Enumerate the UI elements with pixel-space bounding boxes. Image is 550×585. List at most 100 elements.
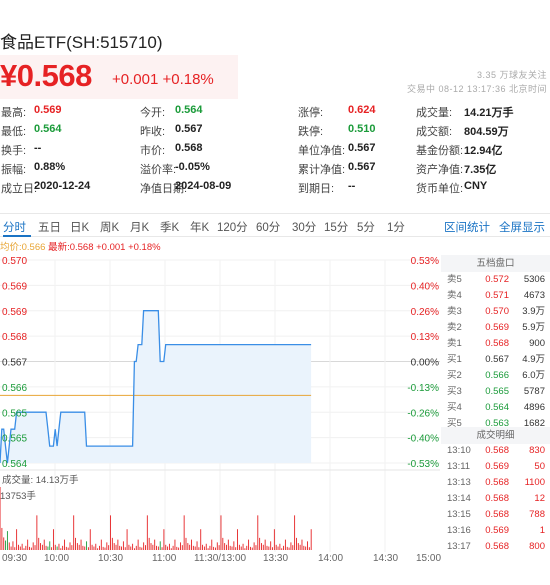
volume-bar — [284, 539, 286, 550]
y-tick-left: 0.565 — [2, 408, 27, 419]
volume-bar — [73, 515, 75, 550]
quote-label: 最高: — [1, 107, 27, 119]
volume-bar — [117, 539, 119, 550]
trading-status: 交易中 08-12 13:17:36 北京时间 — [406, 84, 547, 94]
trade-price: 0.569 — [485, 525, 509, 536]
volume-bar — [172, 545, 174, 550]
volume-bar — [178, 547, 180, 550]
volume-bar — [251, 547, 253, 550]
volume-bar — [161, 547, 163, 550]
volume-bar — [237, 529, 238, 550]
quote-label: 成交量: — [416, 107, 453, 119]
trade-row: 13:11 0.569 50 — [441, 459, 550, 475]
volume-bar — [288, 547, 290, 550]
quote-label: 累计净值: — [298, 164, 346, 176]
volume-bar — [224, 543, 226, 550]
volume-bar — [124, 547, 126, 550]
trade-row: 13:14 0.568 12 — [441, 491, 550, 507]
volume-bar — [43, 539, 45, 550]
volume-bar — [170, 548, 172, 550]
quote-value: 0.510 — [348, 123, 376, 135]
volume-bar — [167, 546, 169, 550]
quote-value: 0.88% — [34, 161, 66, 173]
intraday-chart[interactable]: 0.570 0.53% 0.569 0.40% 0.569 0.26% 0.568 0.13%… — [0, 252, 441, 552]
trade-price: 0.568 — [485, 509, 509, 520]
trade-volume: 788 — [529, 509, 545, 520]
quote-value: 12.94亿 — [464, 145, 503, 157]
volume-bar — [99, 545, 100, 550]
orderbook-row: 买2 0.566 6.0万 — [441, 368, 550, 384]
volume-bar — [141, 547, 143, 550]
volume-bar — [168, 543, 170, 550]
volume-bar — [8, 542, 10, 550]
volume-bar — [203, 546, 205, 550]
quote-value: 2020-12-24 — [34, 180, 91, 192]
trade-price: 0.568 — [485, 541, 509, 552]
volume-bar — [211, 539, 213, 550]
tab-0[interactable]: 分时 — [3, 219, 26, 235]
tab-8[interactable]: 60分 — [256, 219, 280, 235]
price-change: +0.001 +0.18% — [112, 71, 214, 88]
tab-4[interactable]: 月K — [130, 219, 149, 235]
fullscreen-link[interactable]: 全屏显示 — [499, 219, 545, 235]
tab-10[interactable]: 15分 — [324, 219, 348, 235]
volume-bar — [108, 545, 110, 550]
orderbook-price: 0.566 — [485, 370, 509, 381]
tab-7[interactable]: 120分 — [217, 219, 248, 235]
x-tick: 14:30 — [373, 553, 399, 564]
volume-bar — [259, 537, 261, 550]
tab-5[interactable]: 季K — [160, 219, 179, 235]
volume-bar — [100, 539, 102, 550]
volume-bar — [192, 545, 194, 550]
volume-bar — [296, 537, 297, 550]
chart-tabs: 分时 五日 日K 周K 月K 季K 年K 120分 60分 30分 15分 5分 1分 区间统计 全屏显示 — [0, 213, 550, 237]
volume-bar — [82, 545, 84, 550]
orderbook-volume: 6.0万 — [522, 370, 545, 381]
trade-time: 13:17 — [447, 541, 471, 552]
quote-label: 市价: — [140, 145, 166, 157]
orderbook-side: 买4 — [447, 402, 462, 413]
y-tick-left: 0.568 — [2, 332, 27, 343]
y-tick-right: -0.26% — [407, 408, 439, 419]
quote-label: 单位净值: — [298, 145, 346, 157]
volume-bar — [185, 537, 187, 550]
volume-bar — [273, 529, 275, 550]
tab-1[interactable]: 五日 — [38, 219, 61, 235]
y-tick-right: -0.53% — [407, 459, 439, 470]
volume-bar — [248, 539, 250, 550]
volume-bar — [45, 545, 47, 550]
volume-bar — [174, 539, 176, 550]
volume-bar — [119, 545, 121, 550]
tab-11[interactable]: 5分 — [357, 219, 375, 235]
volume-bar — [41, 544, 43, 550]
volume-bar — [264, 539, 266, 550]
quote-value: 804.59万 — [464, 126, 509, 138]
quote-value: 0.564 — [175, 104, 203, 116]
volume-bar — [86, 541, 88, 550]
volume-bar — [62, 545, 64, 550]
trade-price: 0.568 — [485, 493, 509, 504]
volume-bar — [216, 542, 218, 550]
chart-info: 均价:0.566 最新:0.568 +0.001 +0.18% — [0, 239, 161, 253]
volume-bar — [229, 545, 231, 550]
volume-bar — [213, 546, 215, 550]
quote-value: 0.564 — [34, 123, 62, 135]
range-stats-link[interactable]: 区间统计 — [444, 219, 490, 235]
volume-bar — [29, 546, 30, 550]
volume-label: 成交量: 14.13万手 — [2, 475, 79, 486]
tab-2[interactable]: 日K — [70, 219, 89, 235]
tab-6[interactable]: 年K — [190, 219, 209, 235]
volume-bar — [156, 545, 157, 550]
tab-9[interactable]: 30分 — [292, 219, 316, 235]
trade-volume: 12 — [534, 493, 545, 504]
x-tick: 10:00 — [44, 553, 70, 564]
volume-bar — [242, 543, 244, 550]
volume-bar — [110, 515, 111, 550]
tab-12[interactable]: 1分 — [387, 219, 405, 235]
trade-time: 13:10 — [447, 445, 471, 456]
tab-3[interactable]: 周K — [100, 219, 119, 235]
trade-volume: 800 — [529, 541, 545, 552]
current-price: ¥0.568 — [0, 58, 92, 93]
volume-bar — [183, 515, 185, 550]
volume-bar — [150, 543, 152, 550]
